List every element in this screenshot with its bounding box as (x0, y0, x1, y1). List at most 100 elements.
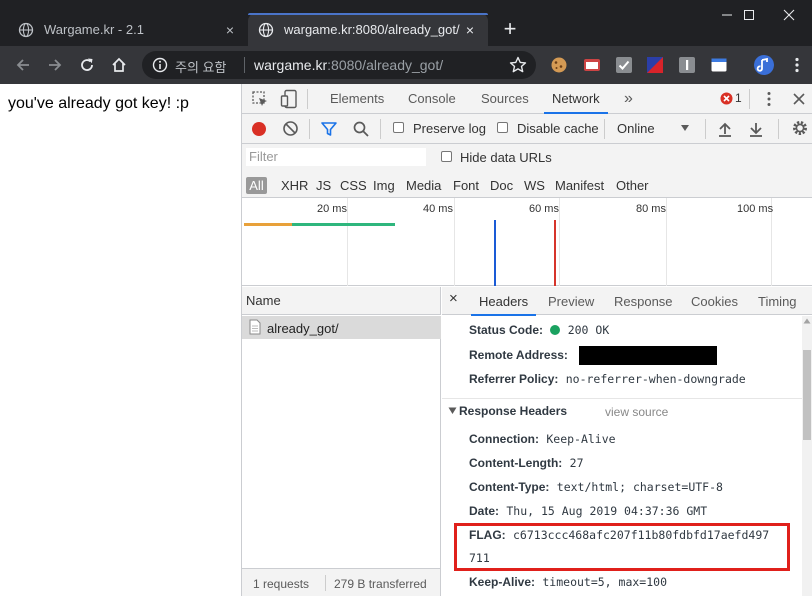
tab-preview[interactable]: Preview (548, 294, 594, 309)
toolbar-divider (309, 119, 310, 139)
tab-already-got[interactable]: wargame.kr:8080/already_got/ × (248, 13, 488, 46)
inspect-element-icon[interactable] (251, 90, 269, 108)
filter-type-media[interactable]: Media (406, 177, 441, 194)
import-har-icon[interactable] (716, 120, 734, 138)
back-button[interactable] (12, 54, 34, 76)
overview-tick: 60 ms (529, 203, 559, 215)
tab-response[interactable]: Response (614, 294, 673, 309)
tab-timing[interactable]: Timing (758, 294, 797, 309)
requests-count: 1 requests (253, 577, 310, 591)
reload-button[interactable] (76, 54, 98, 76)
clear-icon[interactable] (282, 120, 299, 137)
extension-icon[interactable] (583, 56, 601, 74)
forward-icon (49, 59, 62, 71)
maximize-icon (744, 10, 754, 20)
overview-waiting-bar (244, 223, 292, 226)
triangle-down-icon (448, 407, 457, 414)
error-count[interactable]: 1 (735, 91, 742, 105)
filter-type-other[interactable]: Other (616, 177, 649, 194)
error-icon[interactable] (720, 92, 733, 105)
menu-icon[interactable] (788, 56, 806, 74)
dom-content-loaded-marker (494, 220, 496, 286)
overview-gridline (454, 198, 455, 286)
throttling-select[interactable]: Online (612, 116, 694, 140)
checkmark-extension-icon[interactable] (615, 56, 633, 74)
filter-type-manifest[interactable]: Manifest (555, 177, 604, 194)
tab-console[interactable]: Console (408, 84, 456, 114)
toolbar-divider (380, 119, 381, 139)
tab-close-icon[interactable]: × (462, 22, 478, 38)
close-window-button[interactable] (766, 0, 812, 30)
filter-type-doc[interactable]: Doc (490, 177, 513, 194)
overview-tick: 20 ms (317, 203, 347, 215)
tab-title: wargame.kr:8080/already_got/ (284, 22, 460, 37)
toolbar-divider (778, 119, 779, 139)
tab-headers[interactable]: Headers (470, 294, 537, 316)
extension-icon[interactable] (678, 56, 696, 74)
star-icon[interactable] (508, 55, 528, 75)
tab-wargame-kr[interactable]: Wargame.kr - 2.1 × (8, 13, 248, 46)
throttling-value: Online (617, 121, 655, 136)
devtools-menu-icon[interactable] (762, 90, 776, 108)
filter-type-js[interactable]: JS (316, 177, 331, 194)
info-icon[interactable] (152, 57, 168, 73)
cookie-extension-icon[interactable] (550, 56, 568, 74)
view-source-link[interactable]: view source (605, 405, 668, 419)
overview-gridline (666, 198, 667, 286)
url-text[interactable]: wargame.kr:8080/already_got/ (254, 57, 443, 73)
scroll-up-icon[interactable] (803, 318, 811, 324)
close-devtools-icon[interactable] (792, 92, 806, 106)
request-name[interactable]: already_got/ (267, 321, 339, 336)
security-warning-label[interactable]: 주의 요함 (175, 57, 226, 76)
search-icon[interactable] (352, 120, 370, 138)
tab-sources[interactable]: Sources (481, 84, 529, 114)
header-key: Keep-Alive: (469, 575, 536, 589)
record-icon[interactable] (250, 120, 268, 138)
header-key: Connection: (469, 432, 539, 446)
filter-type-all[interactable]: All (246, 177, 267, 194)
profile-avatar[interactable] (754, 55, 774, 75)
header-connection: Connection: Keep-Alive (469, 432, 616, 446)
filter-type-xhr[interactable]: XHR (281, 177, 308, 194)
device-toolbar-icon[interactable] (280, 89, 298, 109)
filter-type-font[interactable]: Font (453, 177, 479, 194)
toolbar-divider (604, 119, 605, 139)
preserve-log-checkbox[interactable] (393, 122, 404, 133)
window-extension-icon[interactable] (710, 56, 728, 74)
back-icon (16, 59, 29, 71)
address-bar[interactable]: 주의 요함 wargame.kr:8080/already_got/ (142, 51, 536, 79)
home-button[interactable] (108, 54, 130, 76)
preserve-log-label[interactable]: Preserve log (413, 121, 486, 136)
response-headers-title: Response Headers (459, 404, 568, 418)
close-detail-button[interactable]: × (449, 290, 458, 307)
redacted-address-bar (579, 346, 717, 365)
filter-icon[interactable] (320, 120, 338, 138)
hide-data-urls-checkbox[interactable] (441, 151, 452, 162)
transferred-size: 279 B transferred (334, 577, 427, 591)
new-tab-button[interactable]: + (498, 17, 522, 41)
disable-cache-label[interactable]: Disable cache (517, 121, 599, 136)
hide-data-urls-label[interactable]: Hide data URLs (460, 150, 552, 165)
devtools-divider (307, 89, 308, 109)
tab-close-icon[interactable]: × (222, 22, 238, 38)
name-column-header[interactable]: Name (246, 293, 281, 308)
tab-cookies[interactable]: Cookies (691, 294, 738, 309)
tab-elements[interactable]: Elements (330, 84, 384, 114)
omnibox-separator (244, 57, 245, 73)
gear-icon[interactable] (791, 119, 809, 137)
extension-icon[interactable] (646, 56, 664, 74)
filter-type-css[interactable]: CSS (340, 177, 367, 194)
disable-cache-checkbox[interactable] (497, 122, 508, 133)
scrollbar-thumb[interactable] (803, 350, 811, 440)
tab-title: Wargame.kr - 2.1 (44, 22, 144, 37)
forward-button[interactable] (44, 54, 66, 76)
export-har-icon[interactable] (747, 120, 765, 138)
more-tabs-button[interactable]: » (624, 84, 633, 114)
close-icon (783, 9, 795, 21)
header-value: timeout=5, max=100 (542, 575, 667, 589)
response-headers-section[interactable]: Response Headers (448, 404, 567, 418)
filter-type-img[interactable]: Img (373, 177, 395, 194)
filter-input[interactable]: Filter (246, 148, 426, 166)
tab-network[interactable]: Network (544, 84, 608, 114)
filter-type-ws[interactable]: WS (524, 177, 545, 194)
